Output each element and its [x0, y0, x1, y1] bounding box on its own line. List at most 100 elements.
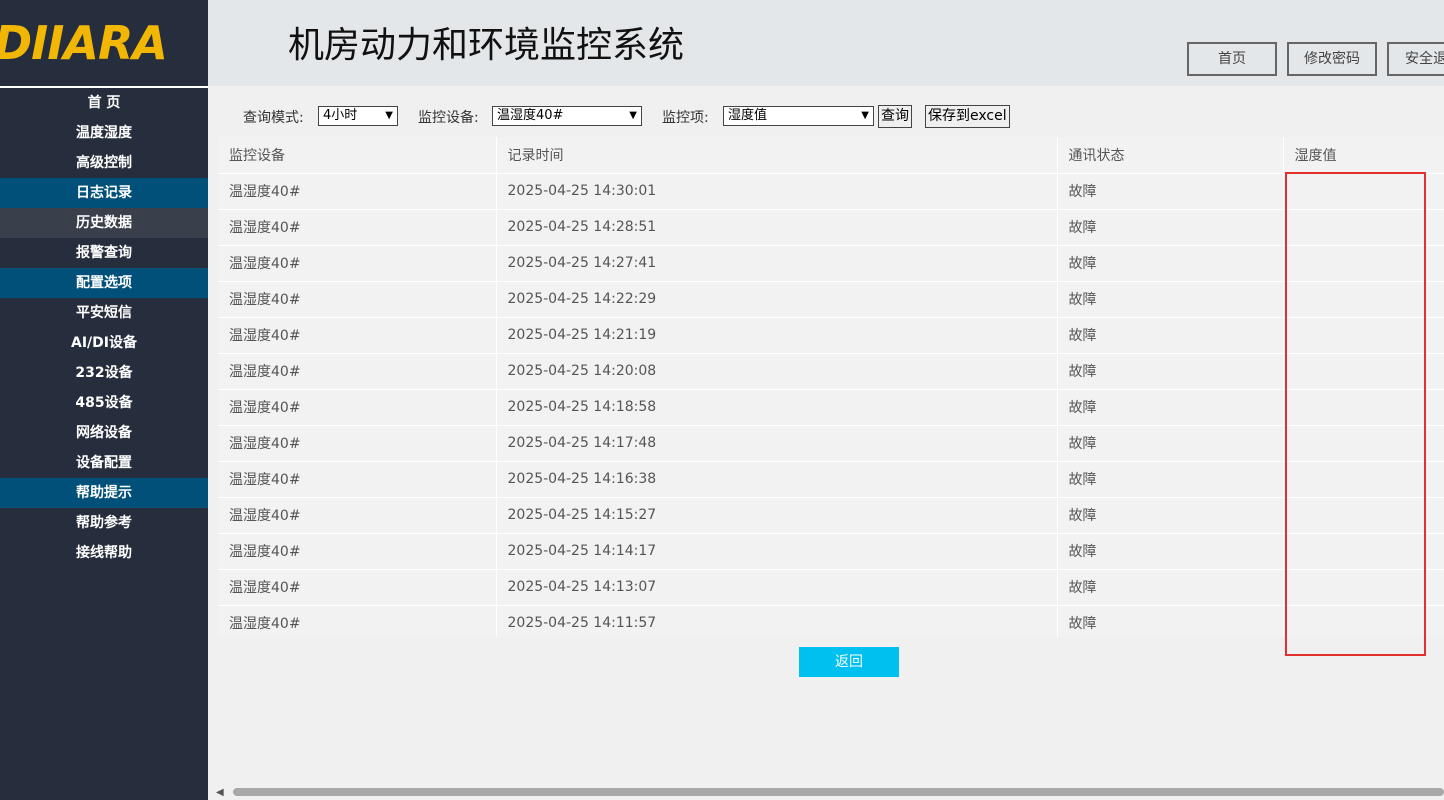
home-button[interactable]: 首页 [1187, 42, 1277, 76]
cell-humidity [1283, 461, 1444, 498]
monitor-item-select[interactable]: 湿度值 ▼ [723, 106, 874, 126]
cell-time: 2025-04-25 14:28:51 [496, 209, 1058, 246]
sidebar-item[interactable]: 首 页 [0, 88, 208, 118]
logout-button[interactable]: 安全退 [1387, 42, 1444, 76]
cell-status: 故障 [1057, 605, 1284, 637]
cell-device: 温湿度40# [218, 425, 497, 462]
cell-status: 故障 [1057, 173, 1284, 210]
table-row: 温湿度40# 2025-04-25 14:14:17 故障 [218, 533, 1444, 570]
scroll-left-icon[interactable]: ◀ [216, 787, 224, 798]
table-header-row: 监控设备 记录时间 通讯状态 湿度值 [218, 137, 1444, 174]
header: 机房动力和环境监控系统 首页 修改密码 安全退 [208, 0, 1444, 86]
logo-text: DIIARA [0, 16, 168, 70]
cell-time: 2025-04-25 14:17:48 [496, 425, 1058, 462]
cell-status: 故障 [1057, 497, 1284, 534]
query-mode-value: 4小时 [323, 108, 358, 123]
query-filters: 查询模式: 4小时 ▼ 监控设备: 温湿度40# ▼ 监控项: 湿度值 ▼ 查询… [208, 104, 1444, 128]
cell-device: 温湿度40# [218, 245, 497, 282]
cell-status: 故障 [1057, 353, 1284, 390]
column-header-status: 通讯状态 [1057, 137, 1284, 174]
sidebar-item[interactable]: 网络设备 [0, 418, 208, 448]
cell-time: 2025-04-25 14:20:08 [496, 353, 1058, 390]
table-row: 温湿度40# 2025-04-25 14:30:01 故障 [218, 173, 1444, 210]
query-mode-label: 查询模式: [243, 110, 304, 126]
sidebar-item[interactable]: 232设备 [0, 358, 208, 388]
column-header-time: 记录时间 [496, 137, 1058, 174]
cell-humidity [1283, 569, 1444, 606]
cell-time: 2025-04-25 14:15:27 [496, 497, 1058, 534]
sidebar-section[interactable]: 帮助提示 [0, 478, 208, 508]
table-row: 温湿度40# 2025-04-25 14:20:08 故障 [218, 353, 1444, 390]
change-password-button[interactable]: 修改密码 [1287, 42, 1377, 76]
cell-device: 温湿度40# [218, 497, 497, 534]
scrollbar-thumb[interactable] [233, 788, 1444, 796]
cell-humidity [1283, 245, 1444, 282]
sidebar-item[interactable]: 历史数据 [0, 208, 208, 238]
sidebar-item[interactable]: 平安短信 [0, 298, 208, 328]
back-button[interactable]: 返回 [799, 647, 899, 677]
cell-status: 故障 [1057, 245, 1284, 282]
table-row: 温湿度40# 2025-04-25 14:17:48 故障 [218, 425, 1444, 462]
cell-time: 2025-04-25 14:30:01 [496, 173, 1058, 210]
cell-humidity [1283, 497, 1444, 534]
query-button[interactable]: 查询 [878, 105, 912, 128]
page-title: 机房动力和环境监控系统 [288, 25, 685, 66]
chevron-down-icon: ▼ [861, 110, 869, 121]
sidebar-item[interactable]: 报警查询 [0, 238, 208, 268]
sidebar-section[interactable]: 配置选项 [0, 268, 208, 298]
cell-time: 2025-04-25 14:14:17 [496, 533, 1058, 570]
sidebar-nav: 首 页温度湿度 高级控制 日志记录 历史数据 报警查询 配置选项 平安短信 AI/DI设备 23… [0, 88, 208, 568]
cell-device: 温湿度40# [218, 353, 497, 390]
sidebar-item[interactable]: 帮助参考 [0, 508, 208, 538]
cell-status: 故障 [1057, 425, 1284, 462]
cell-humidity [1283, 317, 1444, 354]
cell-device: 温湿度40# [218, 173, 497, 210]
cell-humidity [1283, 353, 1444, 390]
sidebar-section[interactable]: 日志记录 [0, 178, 208, 208]
cell-device: 温湿度40# [218, 569, 497, 606]
sidebar-item[interactable]: AI/DI设备 [0, 328, 208, 358]
history-table-container[interactable]: 监控设备 记录时间 通讯状态 湿度值 温湿度40# 2025-04-25 14:3… [218, 137, 1444, 637]
export-excel-button[interactable]: 保存到excel [925, 105, 1010, 128]
column-header-device: 监控设备 [218, 137, 497, 174]
logo: DIIARA [0, 0, 208, 86]
horizontal-scrollbar[interactable]: ◀ [208, 785, 1444, 800]
sidebar-item[interactable]: 485设备 [0, 388, 208, 418]
cell-device: 温湿度40# [218, 605, 497, 637]
cell-time: 2025-04-25 14:11:57 [496, 605, 1058, 637]
cell-device: 温湿度40# [218, 389, 497, 426]
cell-time: 2025-04-25 14:27:41 [496, 245, 1058, 282]
column-header-humidity: 湿度值 [1283, 137, 1444, 174]
sidebar-item[interactable]: 接线帮助 [0, 538, 208, 568]
cell-status: 故障 [1057, 389, 1284, 426]
cell-time: 2025-04-25 14:18:58 [496, 389, 1058, 426]
query-mode-select[interactable]: 4小时 ▼ [318, 106, 398, 126]
cell-device: 温湿度40# [218, 461, 497, 498]
cell-status: 故障 [1057, 281, 1284, 318]
cell-status: 故障 [1057, 569, 1284, 606]
chevron-down-icon: ▼ [629, 110, 637, 121]
cell-humidity [1283, 173, 1444, 210]
device-label: 监控设备: [418, 110, 479, 126]
device-value: 温湿度40# [497, 108, 564, 123]
table-row: 温湿度40# 2025-04-25 14:21:19 故障 [218, 317, 1444, 354]
table-row: 温湿度40# 2025-04-25 14:28:51 故障 [218, 209, 1444, 246]
table-row: 温湿度40# 2025-04-25 14:16:38 故障 [218, 461, 1444, 498]
cell-device: 温湿度40# [218, 281, 497, 318]
cell-status: 故障 [1057, 209, 1284, 246]
main-content: 查询模式: 4小时 ▼ 监控设备: 温湿度40# ▼ 监控项: 湿度值 ▼ 查询… [208, 86, 1444, 800]
table-row: 温湿度40# 2025-04-25 14:22:29 故障 [218, 281, 1444, 318]
device-select[interactable]: 温湿度40# ▼ [492, 106, 642, 126]
cell-device: 温湿度40# [218, 533, 497, 570]
cell-humidity [1283, 281, 1444, 318]
sidebar-item[interactable]: 设备配置 [0, 448, 208, 478]
chevron-down-icon: ▼ [385, 110, 393, 121]
sidebar-item[interactable]: 高级控制 [0, 148, 208, 178]
sidebar-item[interactable]: 温度湿度 [0, 118, 208, 148]
table-row: 温湿度40# 2025-04-25 14:11:57 故障 [218, 605, 1444, 637]
cell-time: 2025-04-25 14:21:19 [496, 317, 1058, 354]
sidebar: DIIARA 首 页温度湿度 高级控制 日志记录 历史数据 报警查询 配置选项 平安短信 AI… [0, 0, 208, 800]
table-row: 温湿度40# 2025-04-25 14:18:58 故障 [218, 389, 1444, 426]
monitor-item-value: 湿度值 [728, 108, 768, 123]
table-row: 温湿度40# 2025-04-25 14:27:41 故障 [218, 245, 1444, 282]
